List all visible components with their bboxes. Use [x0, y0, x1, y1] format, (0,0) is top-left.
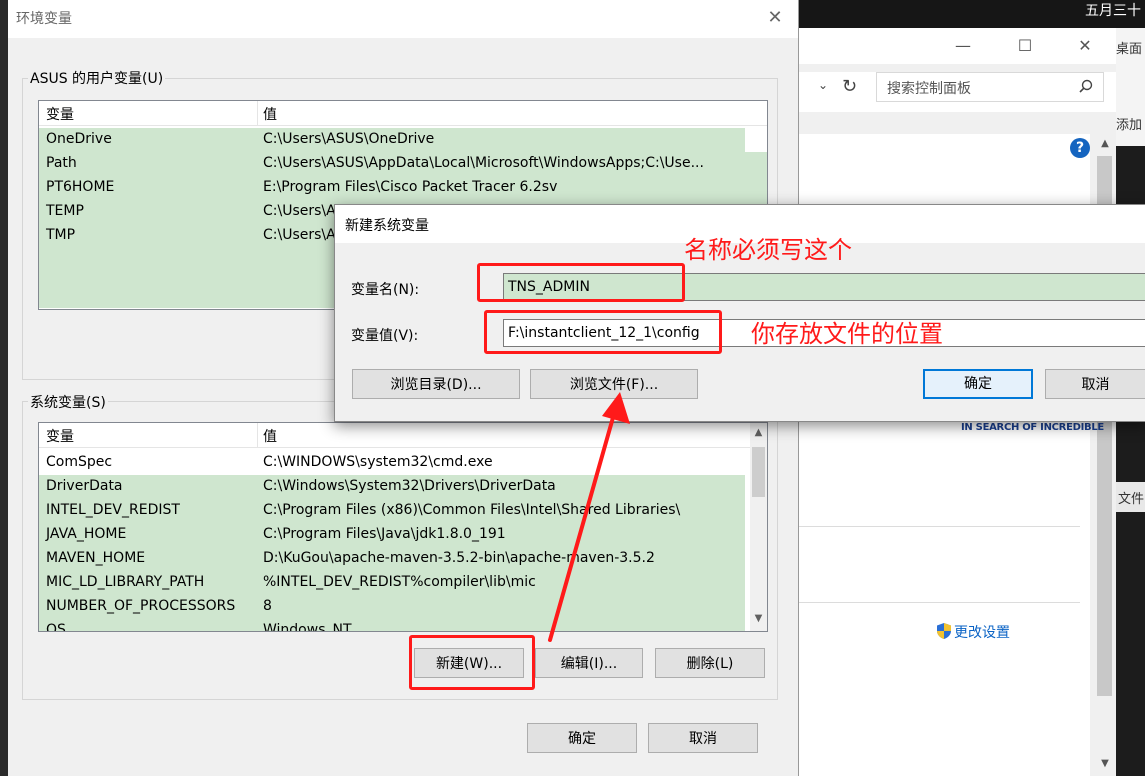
var-value: 8: [263, 598, 272, 614]
close-icon[interactable]: ✕: [760, 4, 790, 32]
var-value: C:\Users\ASUS\AppData\Local\Microsoft\Wi…: [263, 155, 704, 171]
var-name: PT6HOME: [46, 179, 115, 195]
var-value: E:\Program Files\Cisco Packet Tracer 6.2…: [263, 179, 558, 195]
list-header: 变量 值: [39, 423, 767, 448]
var-value: C:\Program Files\Java\jdk1.8.0_191: [263, 526, 506, 542]
side-panel-top: 桌面 添加: [1116, 28, 1145, 146]
list-header: 变量 值: [39, 101, 767, 126]
brand-tagline: IN SEARCH OF INCREDIBLE: [961, 422, 1104, 433]
ok-button[interactable]: 确定: [527, 723, 637, 753]
change-settings-link[interactable]: 更改设置: [936, 622, 1010, 642]
ok-button[interactable]: 确定: [923, 369, 1033, 399]
var-name: NUMBER_OF_PROCESSORS: [46, 598, 236, 614]
control-panel-titlebar: — ☐ ✕: [798, 28, 1145, 64]
annotation-name-note: 名称必须写这个: [684, 236, 852, 264]
divider: [798, 526, 1080, 527]
scrollbar-thumb[interactable]: [752, 447, 765, 497]
side-label: 添加: [1116, 118, 1143, 133]
env-dialog-titlebar: 环境变量 ✕: [8, 0, 798, 38]
desktop-left-edge: [0, 0, 8, 776]
table-row[interactable]: PT6HOME E:\Program Files\Cisco Packet Tr…: [39, 176, 767, 200]
var-value: Windows_NT: [263, 622, 352, 632]
search-icon: [1079, 79, 1093, 93]
var-name: MIC_LD_LIBRARY_PATH: [46, 574, 205, 590]
change-settings-label: 更改设置: [954, 625, 1010, 641]
scroll-up-icon[interactable]: ▲: [750, 427, 767, 438]
refresh-icon[interactable]: ↻: [842, 76, 857, 97]
shield-icon: [937, 623, 951, 639]
edit-button[interactable]: 编辑(I)...: [535, 648, 643, 678]
table-row[interactable]: Path C:\Users\ASUS\AppData\Local\Microso…: [39, 152, 767, 176]
var-name-label: 变量名(N):: [351, 282, 420, 298]
var-value: C:\Users\A: [263, 227, 336, 243]
var-value: C:\WINDOWS\system32\cmd.exe: [263, 454, 493, 470]
scroll-down-icon[interactable]: ▼: [750, 613, 767, 624]
var-name: INTEL_DEV_REDIST: [46, 502, 180, 518]
annotation-arrow: [548, 392, 630, 642]
column-separator[interactable]: [257, 423, 258, 447]
scroll-up-icon[interactable]: ▲: [1096, 138, 1114, 149]
var-name: Path: [46, 155, 77, 171]
column-header-name[interactable]: 变量: [46, 426, 74, 446]
search-input[interactable]: 搜索控制面板: [876, 72, 1104, 102]
var-name: DriverData: [46, 478, 123, 494]
maximize-icon[interactable]: ☐: [1010, 34, 1040, 58]
search-placeholder: 搜索控制面板: [887, 81, 971, 97]
var-name: MAVEN_HOME: [46, 550, 146, 566]
sys-vars-list[interactable]: 变量 值 ComSpec C:\WINDOWS\system32\cmd.exe…: [38, 422, 768, 632]
delete-button[interactable]: 删除(L): [655, 648, 765, 678]
var-value: C:\Users\ASUS\OneDrive: [263, 131, 435, 147]
var-value: %INTEL_DEV_REDIST%compiler\lib\mic: [263, 574, 536, 590]
cancel-button[interactable]: 取消: [1045, 369, 1145, 399]
new-var-title: 新建系统变量: [345, 218, 429, 234]
taskbar-clock: 五月三十: [1085, 3, 1141, 19]
minimize-icon[interactable]: —: [948, 34, 978, 58]
close-icon[interactable]: ✕: [1070, 34, 1100, 58]
sys-vars-group-label: 系统变量(S): [28, 392, 108, 412]
sys-list-scrollbar[interactable]: ▲ ▼: [750, 423, 767, 631]
annotation-box-value: [484, 310, 722, 354]
side-label: 文件: [1118, 492, 1145, 507]
side-label: 桌面: [1116, 42, 1143, 57]
cancel-button[interactable]: 取消: [648, 723, 758, 753]
help-icon[interactable]: ?: [1070, 138, 1090, 158]
env-dialog-title: 环境变量: [16, 11, 72, 27]
user-vars-group-label: ASUS 的用户变量(U): [28, 68, 166, 88]
var-value: C:\Windows\System32\Drivers\DriverData: [263, 478, 556, 494]
column-header-value[interactable]: 值: [263, 426, 277, 446]
chevron-down-icon[interactable]: ⌄: [818, 78, 828, 92]
var-name: OneDrive: [46, 131, 112, 147]
browse-directory-button[interactable]: 浏览目录(D)...: [352, 369, 520, 399]
annotation-value-note: 你存放文件的位置: [751, 320, 943, 348]
annotation-box-new-button: [409, 635, 535, 690]
var-name: TMP: [46, 227, 76, 243]
var-name: TEMP: [46, 203, 84, 219]
side-label-box: 文件: [1116, 482, 1145, 512]
var-value: C:\Users\A: [263, 203, 336, 219]
divider: [798, 602, 1080, 603]
table-row[interactable]: OneDrive C:\Users\ASUS\OneDrive: [39, 128, 745, 152]
column-separator[interactable]: [257, 101, 258, 125]
var-name: ComSpec: [46, 454, 113, 470]
annotation-box-name: [477, 263, 685, 302]
var-name: JAVA_HOME: [46, 526, 127, 542]
column-header-name[interactable]: 变量: [46, 104, 74, 124]
var-value-label: 变量值(V):: [351, 328, 419, 344]
column-header-value[interactable]: 值: [263, 104, 277, 124]
var-name: OS: [46, 622, 66, 632]
scroll-down-icon[interactable]: ▼: [1096, 758, 1114, 769]
